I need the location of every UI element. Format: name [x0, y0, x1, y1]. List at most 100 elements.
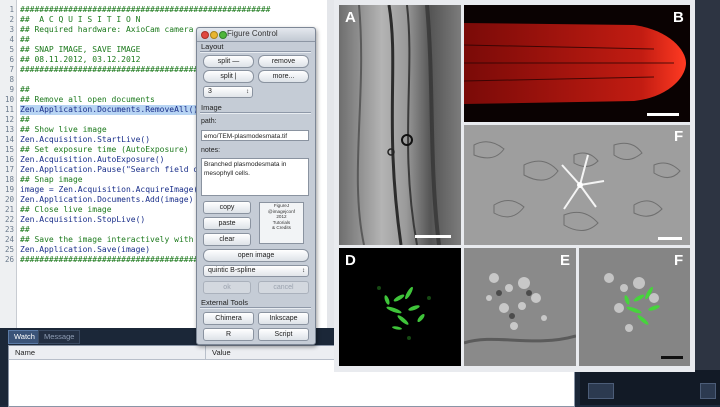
line-number: 25: [4, 245, 14, 254]
tab-watch[interactable]: Watch: [8, 330, 41, 344]
panel-a-tem-image[interactable]: A: [339, 5, 461, 245]
chimera-button[interactable]: Chimera: [203, 312, 254, 325]
sem-leaf-surface: [464, 125, 690, 245]
line-number: 4: [9, 35, 14, 44]
code-line[interactable]: ##: [20, 35, 30, 45]
line-number: 9: [9, 85, 14, 94]
scale-bar: [647, 113, 679, 116]
cancel-button[interactable]: cancel: [258, 281, 309, 294]
panel-label-c: F: [674, 128, 684, 145]
zoom-icon[interactable]: [219, 31, 227, 39]
panel-label-b: B: [673, 9, 684, 26]
line-number: 14: [4, 135, 14, 144]
clear-button[interactable]: clear: [203, 233, 251, 246]
tem-micrograph: [339, 5, 461, 245]
dialog-title: Figure Control: [227, 29, 278, 38]
code-line[interactable]: ##: [20, 115, 30, 125]
right-side-panel: [695, 0, 720, 370]
logo-line: & Credits: [272, 225, 291, 231]
figure-canvas: A B F D E F: [334, 0, 695, 372]
code-line[interactable]: Zen.Acquisition.StartLive(): [20, 135, 150, 145]
line-number: 20: [4, 195, 14, 204]
interpolation-value: quintic B-spline: [208, 267, 256, 274]
divider: [200, 51, 311, 53]
notes-label: notes:: [201, 147, 221, 154]
line-number: 7: [9, 65, 14, 74]
line-number-gutter: 1 2 3 4 5 6 7 8 9 10 11 12 13 14 15 16 17 18 19 20 21 22 23 24 2…: [0, 0, 17, 328]
open-image-button[interactable]: open image: [203, 249, 309, 262]
code-line[interactable]: ## 08.11.2012, 03.12.2012: [20, 55, 140, 65]
code-line[interactable]: Zen.Application.Documents.Add(image): [20, 195, 193, 205]
code-line[interactable]: ## Required hardware: AxioCam camera: [20, 25, 193, 35]
minimize-icon[interactable]: [210, 31, 218, 39]
panel-label-d: D: [345, 252, 356, 269]
panel-count-select[interactable]: 3 ↕: [203, 86, 253, 98]
code-line[interactable]: ## A C Q U I S I T I O N: [20, 15, 140, 25]
line-number: 6: [9, 55, 14, 64]
panel-d-green-fluorescence[interactable]: D: [339, 248, 461, 366]
remove-button[interactable]: remove: [258, 55, 309, 68]
scale-bar: [415, 235, 451, 238]
code-line[interactable]: Zen.Acquisition.AutoExposure(): [20, 155, 165, 165]
code-line[interactable]: Zen.Application.Pause("Search field of: [20, 165, 203, 175]
split-vertical-button[interactable]: split |: [203, 70, 254, 83]
line-number: 19: [4, 185, 14, 194]
panel-c-sem-image[interactable]: F: [464, 125, 690, 245]
panel-f-merged-image[interactable]: F: [579, 248, 690, 366]
line-number: 18: [4, 175, 14, 184]
line-number: 11: [4, 105, 14, 114]
divider: [200, 112, 311, 114]
interpolation-select[interactable]: quintic B-spline ↕: [203, 265, 309, 277]
line-number: 5: [9, 45, 14, 54]
more-button[interactable]: more...: [258, 70, 309, 83]
code-line[interactable]: ## SNAP IMAGE, SAVE IMAGE: [20, 45, 140, 55]
line-number: 16: [4, 155, 14, 164]
code-line[interactable]: ########################################…: [20, 5, 270, 15]
chevron-updown-icon: ↕: [302, 268, 305, 274]
tab-message[interactable]: Message: [38, 330, 81, 344]
paste-button[interactable]: paste: [203, 217, 251, 230]
code-line[interactable]: ## Show live image: [20, 125, 107, 135]
line-number: 24: [4, 235, 14, 244]
line-number: 13: [4, 125, 14, 134]
figure-control-dialog[interactable]: Figure Control Layout split — remove spl…: [196, 27, 316, 345]
layout-section-title: Layout: [201, 42, 224, 51]
copy-button[interactable]: copy: [203, 201, 251, 214]
line-number: 15: [4, 145, 14, 154]
dialog-titlebar[interactable]: Figure Control: [197, 28, 315, 42]
code-line[interactable]: ##: [20, 225, 30, 235]
panel-b-fluorescence-image[interactable]: B: [464, 5, 690, 122]
inkscape-button[interactable]: Inkscape: [258, 312, 309, 325]
line-number: 1: [9, 5, 14, 14]
ok-button[interactable]: ok: [203, 281, 251, 294]
scale-bar: [658, 237, 682, 240]
r-button[interactable]: R: [203, 328, 254, 341]
code-line[interactable]: ## Set exposure time (AutoExposure): [20, 145, 189, 155]
code-line[interactable]: ## Close live image: [20, 205, 112, 215]
script-button[interactable]: Script: [258, 328, 309, 341]
chevron-updown-icon: ↕: [246, 89, 249, 95]
code-line[interactable]: image = Zen.Acquisition.AcquireImage(): [20, 185, 203, 195]
green-fluorescence-image: [377, 286, 431, 340]
image-section-title: Image: [201, 103, 222, 112]
path-label: path:: [201, 118, 217, 125]
code-line[interactable]: ##: [20, 85, 30, 95]
panel-label-a: A: [345, 9, 356, 26]
root-fluorescence: [464, 23, 686, 104]
panel-label-e: E: [560, 252, 571, 269]
code-line[interactable]: Zen.Application.Documents.RemoveAll(): [20, 105, 199, 115]
panel-button[interactable]: [588, 383, 614, 399]
notes-textarea[interactable]: Branched plasmodesmata in mesophyll cell…: [201, 158, 309, 196]
panel-e-dic-image[interactable]: E: [464, 248, 576, 366]
path-field[interactable]: emo/TEM-plasmodesmata.tif: [201, 130, 309, 141]
panel-button-small[interactable]: [700, 383, 716, 399]
split-horizontal-button[interactable]: split —: [203, 55, 254, 68]
code-line[interactable]: ## Save the image interactively with Sa: [20, 235, 208, 245]
code-line[interactable]: Zen.Application.Save(image): [20, 245, 150, 255]
line-number: 12: [4, 115, 14, 124]
close-icon[interactable]: [201, 31, 209, 39]
column-header-name[interactable]: Name: [9, 346, 206, 360]
code-line[interactable]: ## Remove all open documents: [20, 95, 155, 105]
code-line[interactable]: Zen.Acquisition.StopLive(): [20, 215, 145, 225]
code-line[interactable]: ## Snap image: [20, 175, 83, 185]
